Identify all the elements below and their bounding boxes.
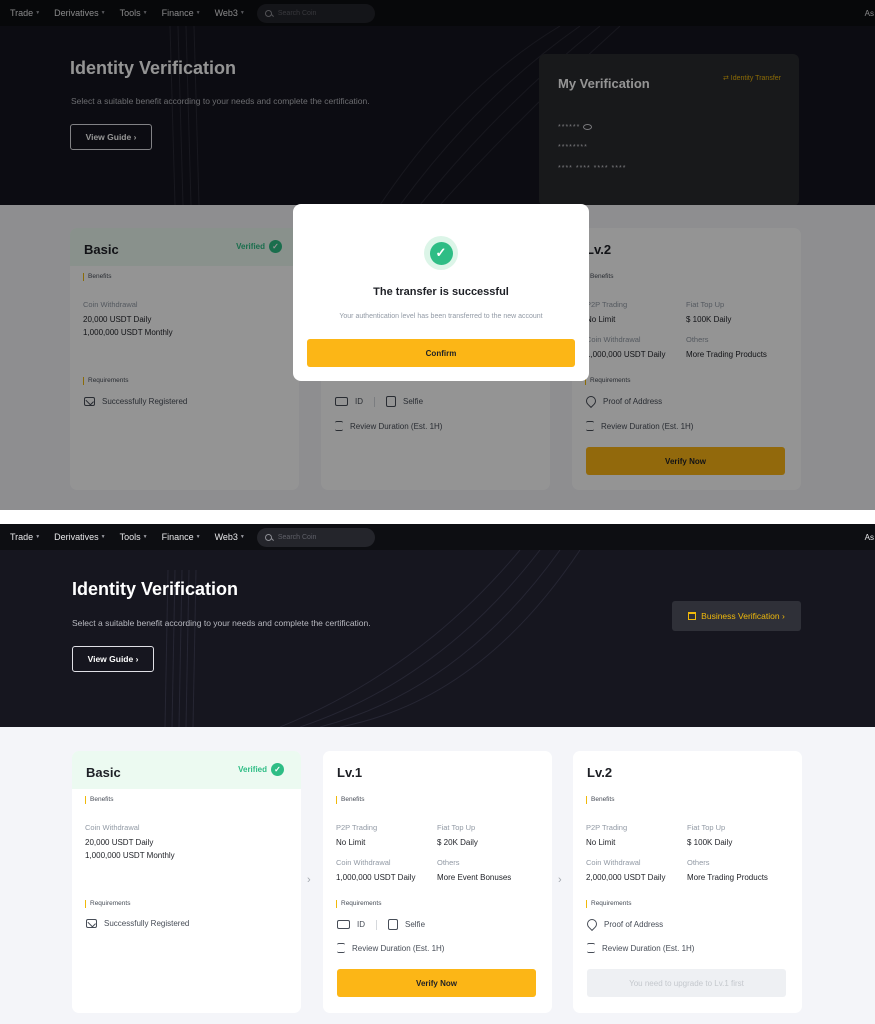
requirements-label: Requirements (586, 900, 631, 908)
benefit-label: Fiat Top Up (687, 823, 726, 832)
benefit-value: $ 100K Daily (687, 838, 733, 847)
benefit-label: P2P Trading (586, 823, 628, 832)
benefit-value: 1,000,000 USDT Monthly (85, 851, 175, 860)
bank-icon (688, 612, 697, 620)
success-icon-ring: ✓ (424, 236, 458, 270)
benefit-label: Others (437, 858, 460, 867)
benefit-value: No Limit (586, 838, 616, 847)
benefit-value: No Limit (336, 838, 366, 847)
chevron-right-icon: › (558, 874, 562, 886)
benefit-value: More Trading Products (687, 873, 768, 882)
basic-card: Basic Verified ✓ Benefits Coin Withdrawal… (72, 751, 301, 1013)
chevron-down-icon: ▼ (35, 534, 41, 540)
requirements-label: Requirements (336, 900, 381, 908)
lv1-card: Lv.1 Benefits P2P Trading No Limit Fiat … (323, 751, 552, 1013)
benefit-label: Others (687, 858, 710, 867)
modal-title: The transfer is successful (373, 286, 509, 298)
decorative-lines (164, 550, 581, 727)
hero-banner: Identity Verification Select a suitable … (0, 550, 875, 727)
verification-levels: Basic Verified ✓ Benefits Coin Withdrawal… (0, 727, 875, 1024)
chevron-down-icon: ▼ (195, 534, 201, 540)
card-title: Basic (86, 765, 121, 780)
benefit-label: Coin Withdrawal (85, 823, 140, 832)
nav-web3[interactable]: Web3 ▼ (215, 532, 245, 542)
envelope-icon (86, 919, 97, 928)
benefit-label: Coin Withdrawal (336, 858, 391, 867)
transfer-success-modal: ✓ The transfer is successful Your authen… (293, 204, 589, 381)
selfie-icon (388, 919, 398, 930)
benefit-label: P2P Trading (336, 823, 378, 832)
requirement-id-selfie: ID Selfie (337, 919, 425, 930)
chevron-down-icon: ▼ (239, 534, 245, 540)
chevron-down-icon: ▼ (100, 534, 106, 540)
nav-derivatives[interactable]: Derivatives ▼ (54, 532, 105, 542)
hourglass-icon (587, 943, 595, 953)
verify-now-button[interactable]: Verify Now (337, 969, 536, 997)
nav-trade[interactable]: Trade ▼ (10, 532, 40, 542)
upgrade-required-button[interactable]: You need to upgrade to Lv.1 first (587, 969, 786, 997)
benefits-label: Benefits (85, 796, 114, 804)
requirement-registered: Successfully Registered (86, 919, 189, 928)
chevron-right-icon: › (307, 874, 311, 886)
page-title: Identity Verification (72, 579, 239, 599)
verified-badge: Verified ✓ (238, 763, 284, 776)
location-pin-icon (584, 916, 600, 932)
confirm-button[interactable]: Confirm (307, 339, 575, 367)
page-subtitle: Select a suitable benefit according to y… (72, 618, 371, 628)
lv2-card: Lv.2 Benefits P2P Trading No Limit Fiat … (573, 751, 802, 1013)
nav-finance[interactable]: Finance ▼ (162, 532, 201, 542)
card-title: Lv.2 (587, 765, 613, 780)
requirements-label: Requirements (85, 900, 130, 908)
benefit-value: 2,000,000 USDT Daily (586, 873, 666, 882)
benefits-label: Benefits (336, 796, 365, 804)
hourglass-icon (337, 943, 345, 953)
chevron-down-icon: ▼ (142, 534, 148, 540)
review-duration: Review Duration (Est. 1H) (587, 943, 694, 953)
search-icon (264, 533, 272, 541)
nav-account[interactable]: As (865, 533, 874, 542)
screenshot-with-modal: Trade ▼ Derivatives ▼ Tools ▼ Finance ▼ Web3… (0, 0, 875, 510)
top-nav: Trade ▼ Derivatives ▼ Tools ▼ Finance ▼ Web3… (0, 524, 875, 550)
screenshot-levels: Trade ▼ Derivatives ▼ Tools ▼ Finance ▼ Web3… (0, 524, 875, 1024)
review-duration: Review Duration (Est. 1H) (337, 943, 444, 953)
check-circle-icon: ✓ (429, 241, 453, 265)
requirement-address: Proof of Address (584, 916, 663, 932)
benefit-value: $ 20K Daily (437, 838, 478, 847)
id-card-icon (337, 920, 350, 929)
benefit-value: 1,000,000 USDT Daily (336, 873, 416, 882)
modal-message: Your authentication level has been trans… (339, 313, 543, 320)
business-verification-button[interactable]: Business Verification › (672, 601, 801, 631)
search-input[interactable]: Search Coin (256, 527, 375, 547)
view-guide-button[interactable]: View Guide › (72, 646, 154, 672)
check-circle-icon: ✓ (271, 763, 284, 776)
benefit-label: Coin Withdrawal (586, 858, 641, 867)
benefit-value: More Event Bonuses (437, 873, 512, 882)
benefit-value: 20,000 USDT Daily (85, 838, 154, 847)
nav-tools[interactable]: Tools ▼ (120, 532, 148, 542)
benefits-label: Benefits (586, 796, 615, 804)
card-title: Lv.1 (337, 765, 363, 780)
benefit-label: Fiat Top Up (437, 823, 476, 832)
